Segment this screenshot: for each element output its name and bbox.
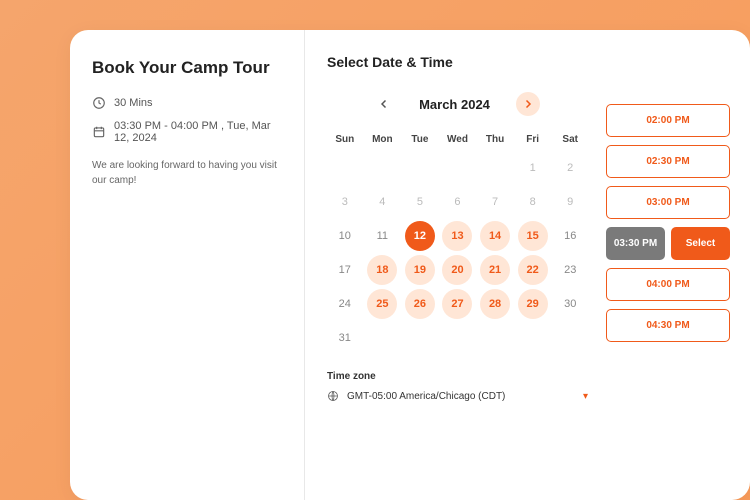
- time-slot[interactable]: 04:00 PM: [606, 268, 730, 301]
- calendar-day: 6: [442, 187, 472, 217]
- datetime-text: 03:30 PM - 04:00 PM , Tue, Mar 12, 2024: [114, 120, 282, 144]
- chevron-left-icon: [379, 99, 389, 109]
- calendar-day: 8: [518, 187, 548, 217]
- weekday-label: Fri: [515, 134, 551, 145]
- calendar-day: 4: [367, 187, 397, 217]
- calendar-day[interactable]: 28: [480, 289, 510, 319]
- calendar-day: 17: [330, 255, 360, 285]
- calendar-day: 5: [405, 187, 435, 217]
- time-slot-selected: 03:30 PMSelect: [606, 227, 730, 260]
- calendar-day[interactable]: 21: [480, 255, 510, 285]
- duration-text: 30 Mins: [114, 97, 153, 109]
- calendar-day: 10: [330, 221, 360, 251]
- timezone-value: GMT-05:00 America/Chicago (CDT): [347, 391, 505, 402]
- calendar-day[interactable]: 26: [405, 289, 435, 319]
- globe-icon: [327, 390, 339, 402]
- calendar-heading: Select Date & Time: [327, 54, 588, 70]
- time-slot[interactable]: 03:00 PM: [606, 186, 730, 219]
- selected-time-label: 03:30 PM: [606, 227, 665, 260]
- calendar-panel: Select Date & Time March 2024 SunMonTueW…: [305, 30, 750, 500]
- booking-card: Book Your Camp Tour 30 Mins 03:30 PM - 0…: [70, 30, 750, 500]
- time-slot[interactable]: 02:00 PM: [606, 104, 730, 137]
- calendar-day[interactable]: 27: [442, 289, 472, 319]
- calendar-day[interactable]: 29: [518, 289, 548, 319]
- month-label: March 2024: [419, 97, 490, 112]
- calendar-day: 24: [330, 289, 360, 319]
- time-slots-column: 02:00 PM 02:30 PM 03:00 PM 03:30 PMSelect 04…: [606, 54, 730, 484]
- timezone-label: Time zone: [327, 371, 588, 382]
- calendar-day[interactable]: 13: [442, 221, 472, 251]
- calendar-day[interactable]: 22: [518, 255, 548, 285]
- timezone-selector[interactable]: GMT-05:00 America/Chicago (CDT) ▾: [327, 390, 588, 402]
- calendar-day: 1: [518, 153, 548, 183]
- calendar-day[interactable]: 14: [480, 221, 510, 251]
- calendar-day: 16: [555, 221, 585, 251]
- calendar-day[interactable]: 19: [405, 255, 435, 285]
- weekday-label: Thu: [477, 134, 513, 145]
- prev-month-button[interactable]: [375, 95, 393, 113]
- calendar-day[interactable]: 25: [367, 289, 397, 319]
- weekday-header: SunMonTueWedThuFriSat: [327, 134, 588, 145]
- weekday-label: Tue: [402, 134, 438, 145]
- time-slot[interactable]: 02:30 PM: [606, 145, 730, 178]
- calendar-day: 3: [330, 187, 360, 217]
- weekday-label: Wed: [440, 134, 476, 145]
- booking-title: Book Your Camp Tour: [92, 58, 282, 78]
- time-slot[interactable]: 04:30 PM: [606, 309, 730, 342]
- calendar-day: 31: [330, 323, 360, 353]
- booking-info-panel: Book Your Camp Tour 30 Mins 03:30 PM - 0…: [70, 30, 305, 500]
- calendar-column: Select Date & Time March 2024 SunMonTueW…: [327, 54, 588, 484]
- select-button[interactable]: Select: [671, 227, 730, 260]
- next-month-button[interactable]: [516, 92, 540, 116]
- calendar-day[interactable]: 15: [518, 221, 548, 251]
- chevron-right-icon: [523, 99, 533, 109]
- caret-down-icon: ▾: [583, 391, 588, 402]
- calendar-day: 2: [555, 153, 585, 183]
- calendar-day[interactable]: 12: [405, 221, 435, 251]
- datetime-row: 03:30 PM - 04:00 PM , Tue, Mar 12, 2024: [92, 120, 282, 144]
- calendar-day: 9: [555, 187, 585, 217]
- calendar-day: 23: [555, 255, 585, 285]
- calendar-day[interactable]: 18: [367, 255, 397, 285]
- month-nav: March 2024: [327, 92, 588, 116]
- booking-description: We are looking forward to having you vis…: [92, 158, 282, 188]
- duration-row: 30 Mins: [92, 96, 282, 110]
- calendar-icon: [92, 125, 106, 139]
- calendar-day: 7: [480, 187, 510, 217]
- calendar-day[interactable]: 20: [442, 255, 472, 285]
- weekday-label: Sun: [327, 134, 363, 145]
- weekday-label: Sat: [552, 134, 588, 145]
- clock-icon: [92, 96, 106, 110]
- calendar-day: 30: [555, 289, 585, 319]
- weekday-label: Mon: [365, 134, 401, 145]
- calendar-grid: 1234567891011121314151617181920212223242…: [327, 153, 588, 353]
- calendar-day: 11: [367, 221, 397, 251]
